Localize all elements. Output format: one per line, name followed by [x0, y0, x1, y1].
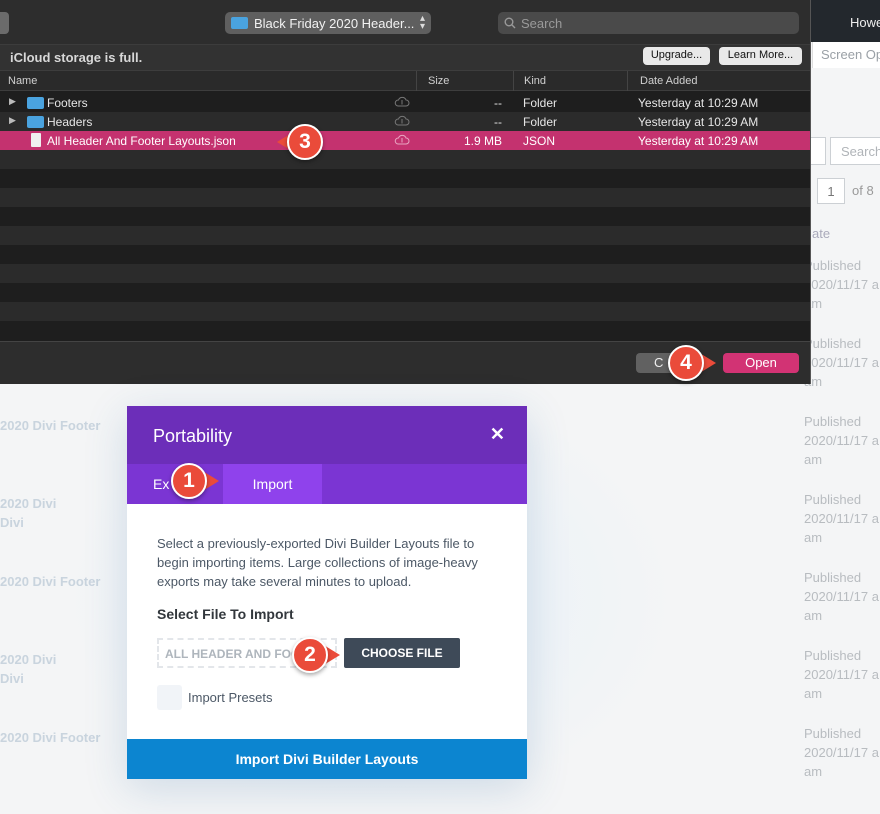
layout-title[interactable]: Divi [0, 515, 24, 530]
admin-bar-user[interactable]: Howe [810, 0, 880, 42]
list-item: Published 2020/11/17 a am [804, 336, 879, 389]
callout-number: 2 [292, 637, 328, 673]
layout-title[interactable]: 2020 Divi Footer [0, 418, 100, 433]
cloud-download-icon [394, 134, 410, 145]
empty-row [0, 207, 810, 226]
date-column-header[interactable]: ate [812, 226, 830, 241]
list-item: Published 2020/11/17 a am [804, 648, 879, 701]
file-open-dialog: Black Friday 2020 Header... ▴ ▾ Search iC… [0, 0, 811, 384]
file-size: 1.9 MB [463, 134, 502, 148]
import-presets-label: Import Presets [188, 690, 273, 705]
upgrade-button[interactable]: Upgrade... [643, 47, 710, 65]
column-divider[interactable] [416, 71, 417, 91]
column-divider[interactable] [627, 71, 628, 91]
screen-options-tab[interactable]: Screen Op [812, 42, 880, 68]
portability-modal: Portability ✕ Ex Import Select a previou… [127, 406, 527, 779]
layout-title[interactable]: 2020 Divi Footer [0, 730, 100, 745]
file-name: All Header And Footer Layouts.json [47, 134, 236, 148]
file-size: -- [494, 115, 502, 129]
layout-title[interactable]: 2020 Divi Footer [0, 574, 100, 589]
disclosure-triangle-icon[interactable]: ▶ [9, 96, 16, 107]
empty-row [0, 283, 810, 302]
nav-button[interactable] [0, 12, 9, 34]
file-name: Headers [47, 115, 93, 129]
file-size: -- [494, 96, 502, 110]
cloud-download-icon [394, 96, 410, 107]
modal-title: Portability [153, 426, 233, 446]
search-placeholder: Search [521, 15, 563, 31]
folder-icon [27, 116, 44, 128]
search-box[interactable]: Search [830, 137, 880, 165]
import-presets-checkbox[interactable] [157, 685, 182, 710]
file-name: Footers [47, 96, 88, 110]
folder-name: Black Friday 2020 Header... [254, 15, 415, 31]
list-item: Published 2020/11/17 a am [804, 726, 879, 779]
empty-row [0, 302, 810, 321]
folder-icon [27, 97, 44, 109]
column-date-added[interactable]: Date Added [640, 75, 698, 87]
page-count: of 8 [852, 183, 874, 198]
file-row-footers[interactable]: ▶ Footers -- Folder Yesterday at 10:29 A… [0, 93, 810, 112]
file-kind: JSON [523, 134, 556, 148]
folder-location-popup[interactable]: Black Friday 2020 Header... ▴ ▾ [225, 12, 431, 34]
column-name[interactable]: Name [8, 75, 37, 87]
file-date: Yesterday at 10:29 AM [638, 115, 759, 129]
layout-title[interactable]: 2020 Divi [0, 496, 56, 511]
empty-row [0, 264, 810, 283]
learn-more-button[interactable]: Learn More... [719, 47, 802, 65]
callout-number: 3 [287, 124, 323, 160]
layout-title[interactable]: 2020 Divi [0, 652, 56, 667]
list-item: Published 2020/11/17 a am [804, 492, 879, 545]
page-number-input[interactable]: 1 [817, 178, 845, 204]
empty-row [0, 321, 810, 340]
published-column: Published 2020/11/17 a am Published 2020/11… [800, 256, 880, 802]
document-icon [31, 133, 41, 147]
list-item: Published 2020/11/17 a am [804, 414, 879, 467]
empty-row [0, 150, 810, 169]
file-row-headers[interactable]: ▶ Headers -- Folder Yesterday at 10:29 A… [0, 112, 810, 131]
file-row-json-selected[interactable]: All Header And Footer Layouts.json 1.9 M… [0, 131, 810, 150]
choose-file-button[interactable]: CHOOSE FILE [344, 638, 460, 668]
empty-row [0, 169, 810, 188]
column-size[interactable]: Size [428, 75, 449, 87]
column-headers: Name Size Kind Date Added [0, 70, 810, 91]
select-file-label: Select File To Import [157, 606, 294, 622]
modal-header: Portability [127, 406, 527, 464]
close-icon[interactable]: ✕ [490, 424, 505, 445]
cloud-download-icon [394, 115, 410, 126]
file-kind: Folder [523, 115, 558, 129]
dialog-toolbar: Black Friday 2020 Header... ▴ ▾ Search [0, 0, 810, 44]
callout-number: 4 [668, 345, 704, 381]
folder-icon [231, 17, 248, 29]
dialog-search-field[interactable]: Search [498, 12, 799, 34]
list-item: Published 2020/11/17 a am [804, 258, 879, 311]
open-button[interactable]: Open [723, 353, 799, 373]
list-item: Published 2020/11/17 a am [804, 570, 879, 623]
disclosure-triangle-icon[interactable]: ▶ [9, 115, 16, 126]
empty-row [0, 245, 810, 264]
file-kind: Folder [523, 96, 558, 110]
import-layouts-button[interactable]: Import Divi Builder Layouts [127, 739, 527, 779]
column-kind[interactable]: Kind [524, 75, 546, 87]
empty-row [0, 226, 810, 245]
callout-number: 1 [171, 463, 207, 499]
import-description: Select a previously-exported Divi Builde… [157, 536, 478, 589]
layout-title[interactable]: Divi [0, 671, 24, 686]
chevron-updown-icon: ▴ ▾ [419, 13, 425, 32]
file-date: Yesterday at 10:29 AM [638, 96, 759, 110]
file-list: ▶ Footers -- Folder Yesterday at 10:29 A… [0, 93, 810, 341]
tab-import[interactable]: Import [223, 464, 322, 504]
search-icon [504, 17, 516, 29]
file-date: Yesterday at 10:29 AM [638, 134, 759, 148]
column-divider[interactable] [513, 71, 514, 91]
empty-row [0, 188, 810, 207]
